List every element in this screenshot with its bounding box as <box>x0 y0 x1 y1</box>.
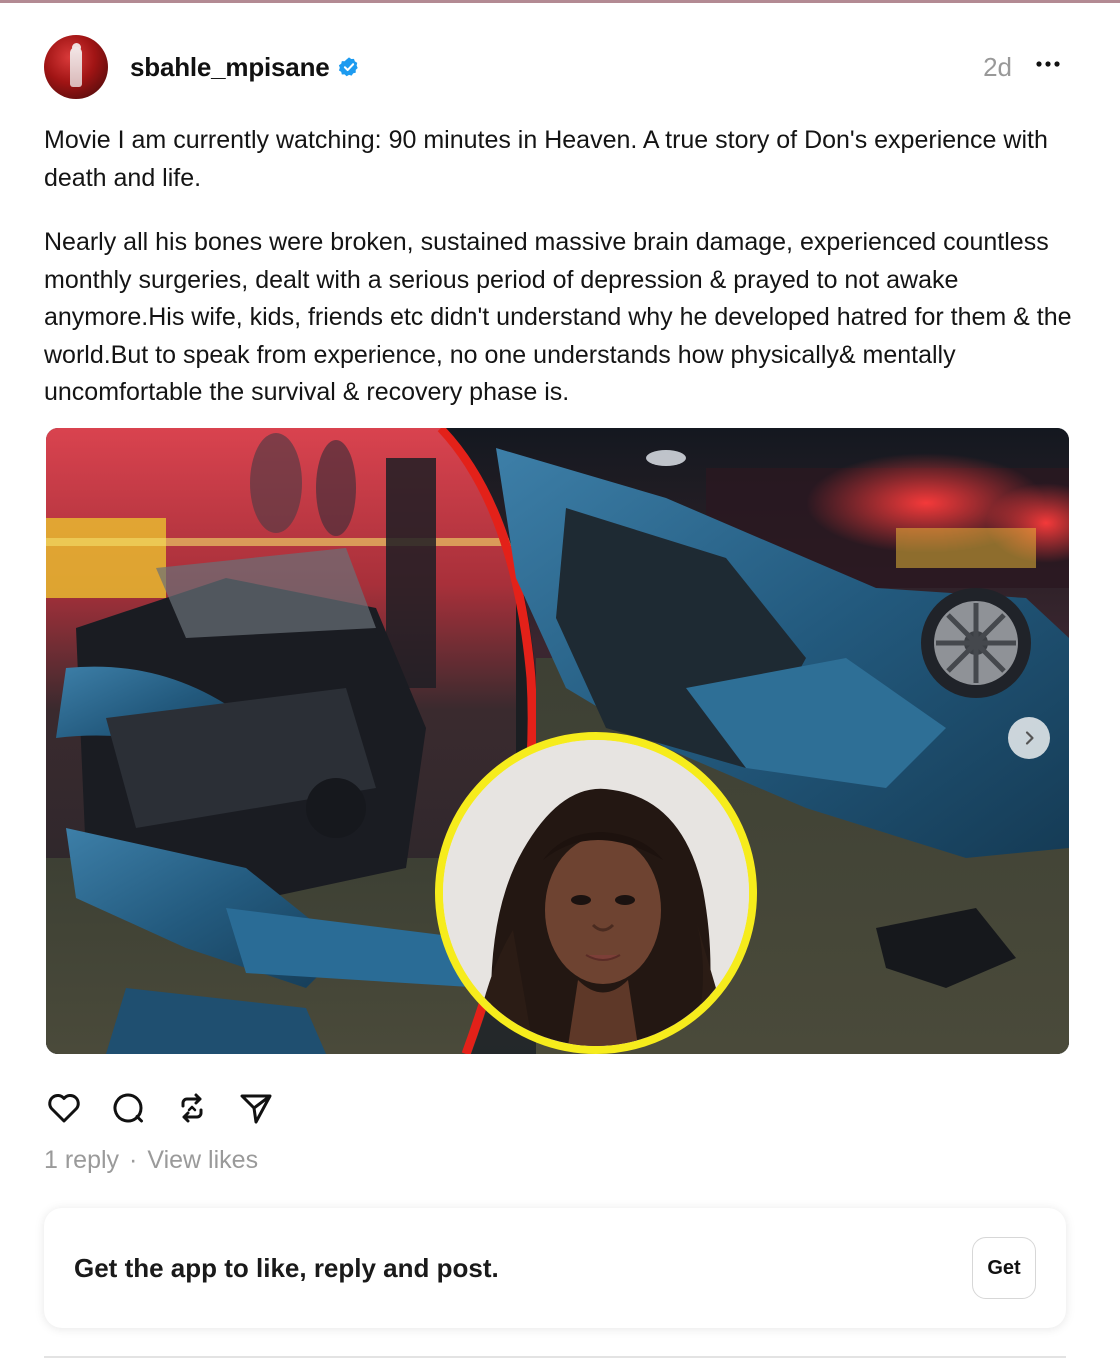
verified-badge-icon <box>338 57 358 77</box>
view-likes-link[interactable]: View likes <box>147 1146 258 1175</box>
meta-separator: · <box>129 1146 138 1174</box>
woman-portrait <box>443 740 749 1046</box>
reply-count-link[interactable]: 1 reply <box>44 1146 119 1175</box>
thread-post: sbahle_mpisane 2d Movie I am currently w… <box>0 0 1120 1360</box>
share-button[interactable] <box>236 1088 276 1128</box>
post-actions <box>44 1088 300 1128</box>
reply-button[interactable] <box>108 1088 148 1128</box>
post-header: sbahle_mpisane 2d <box>44 34 1068 100</box>
post-time: 2d <box>983 52 1012 82</box>
more-options-button[interactable] <box>1028 44 1068 84</box>
post-image[interactable] <box>46 428 1069 1054</box>
username[interactable]: sbahle_mpisane <box>130 52 330 83</box>
heart-icon <box>48 1094 80 1123</box>
avatar[interactable] <box>44 35 108 99</box>
get-app-text: Get the app to like, reply and post. <box>74 1252 499 1283</box>
next-image-button[interactable] <box>1008 717 1050 759</box>
repost-icon <box>181 1093 203 1123</box>
post-text-paragraph-2: Nearly all his bones were broken, sustai… <box>44 228 1072 406</box>
get-app-button[interactable]: Get <box>972 1237 1036 1299</box>
chevron-right-icon <box>1025 731 1034 745</box>
more-dots-icon <box>1036 61 1060 67</box>
comment-bubble-icon <box>113 1093 143 1123</box>
repost-button[interactable] <box>172 1088 212 1128</box>
send-icon <box>240 1094 272 1124</box>
like-button[interactable] <box>44 1088 84 1128</box>
post-meta: 1 reply · View likes <box>44 1146 258 1175</box>
post-text-paragraph-1: Movie I am currently watching: 90 minute… <box>44 126 1048 192</box>
portrait-inset <box>435 732 757 1054</box>
avatar-figure <box>70 47 82 87</box>
bottom-divider <box>44 1356 1066 1358</box>
get-app-banner: Get the app to like, reply and post. Get <box>44 1208 1066 1328</box>
